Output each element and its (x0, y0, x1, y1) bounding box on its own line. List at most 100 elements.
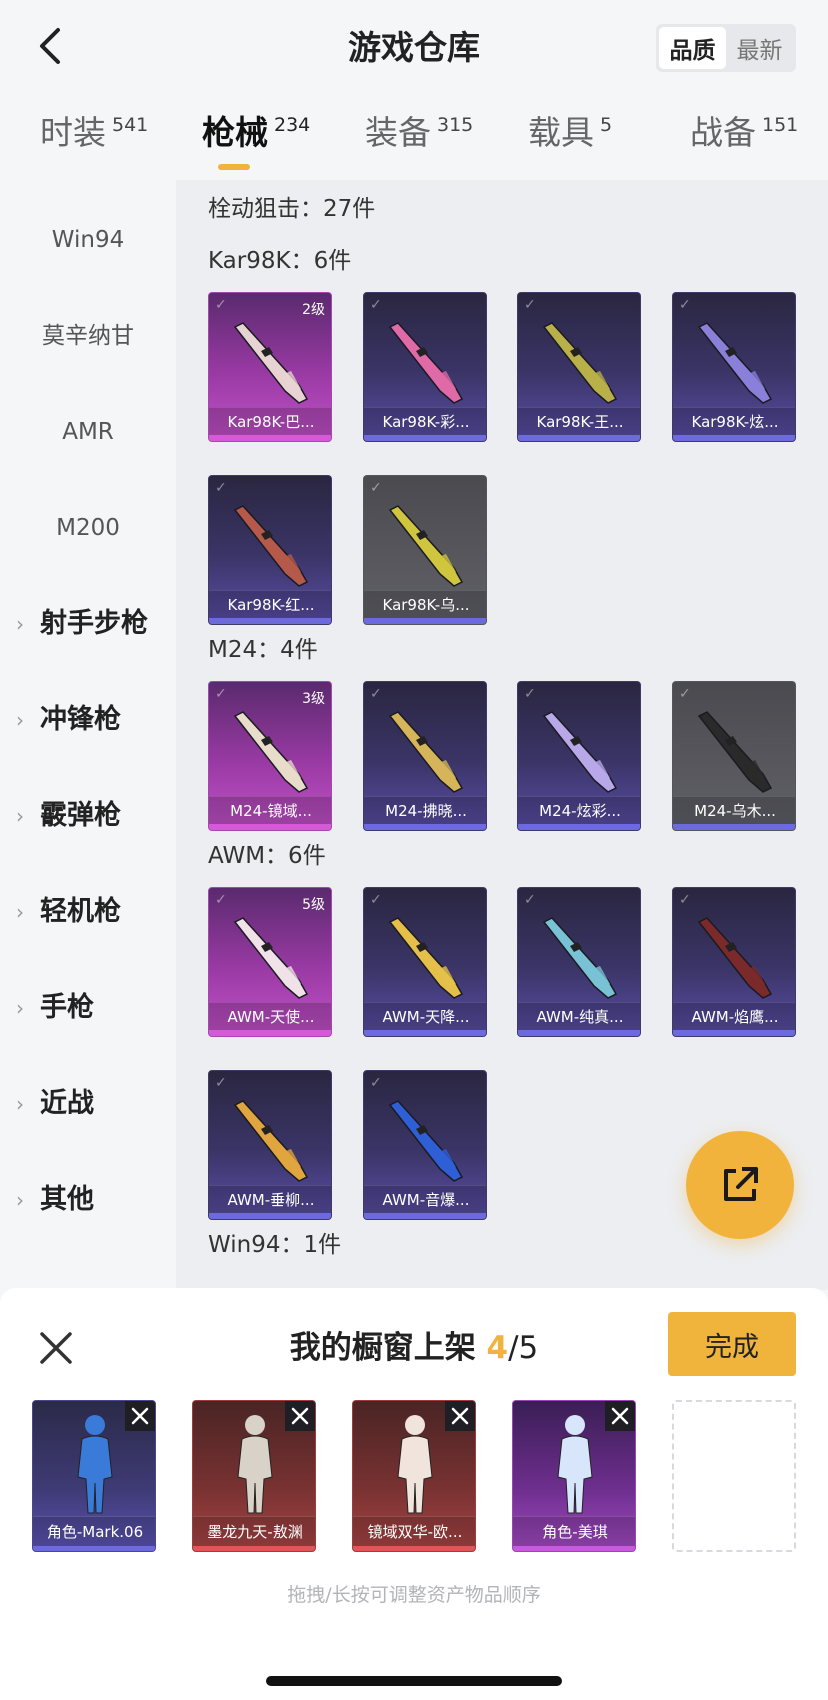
done-button[interactable]: 完成 (668, 1312, 796, 1376)
rarity-bar (33, 1546, 155, 1551)
reorder-hint: 拖拽/长按可调整资产物品顺序 (287, 1584, 541, 1606)
rarity-bar (513, 1546, 635, 1551)
sidebar-category-smg[interactable]: › 冲锋枪 (16, 700, 121, 740)
tab-supplies[interactable]: 战备 151 (690, 112, 798, 154)
tab-label: 时装 (40, 113, 106, 152)
group-title: AWM：6件 (208, 843, 326, 869)
sidebar-category-label: 近战 (40, 1088, 94, 1119)
showcase-sheet: 我的橱窗上架 4/5 完成 角色-Mark.06 墨龙九天-敖渊 镜域双华-欧...… (0, 1288, 828, 1700)
rifle-icon (697, 711, 773, 793)
weapon-name: Kar98K-王... (518, 407, 640, 435)
weapon-card[interactable]: ✓ AWM-音爆... (363, 1070, 487, 1220)
weapon-name: Kar98K-巴... (209, 407, 331, 435)
weapon-card[interactable]: ✓ AWM-焰鹰... (672, 887, 796, 1037)
tab-label: 装备 (365, 113, 431, 152)
tab-count: 234 (274, 114, 311, 136)
category-tabs: 时装 541 枪械 234 装备 315 载具 5 战备 151 (0, 100, 828, 180)
character-icon (237, 1415, 273, 1514)
tab-equipment[interactable]: 装备 315 (365, 112, 473, 154)
weapon-card[interactable]: ✓ AWM-纯真... (517, 887, 641, 1037)
character-icon (397, 1415, 433, 1514)
weapon-name: AWM-纯真... (518, 1002, 640, 1030)
sort-toggle: 品质 最新 (656, 24, 796, 72)
rarity-bar (364, 435, 486, 441)
sidebar-item-amr[interactable]: AMR (0, 412, 176, 452)
sidebar-category-lmg[interactable]: › 轻机枪 (16, 892, 121, 932)
rarity-bar (209, 435, 331, 441)
weapon-name: AWM-垂柳... (209, 1185, 331, 1213)
rarity-bar (673, 435, 795, 441)
weapon-card[interactable]: ✓ Kar98K-王... (517, 292, 641, 442)
rarity-bar (364, 824, 486, 830)
home-indicator (266, 1676, 562, 1686)
sidebar-item-win94[interactable]: Win94 (0, 220, 176, 260)
weapon-name: AWM-天使... (209, 1002, 331, 1030)
weapon-card[interactable]: ✓ AWM-垂柳... (208, 1070, 332, 1220)
rarity-bar (673, 824, 795, 830)
weapon-name: Kar98K-彩... (364, 407, 486, 435)
sidebar-item-mosin[interactable]: 莫辛纳甘 (0, 316, 176, 356)
sidebar-category-dmr[interactable]: › 射手步枪 (16, 604, 148, 644)
sidebar-item-m200[interactable]: M200 (0, 508, 176, 548)
tab-vehicles[interactable]: 载具 5 (528, 112, 612, 154)
rarity-bar (209, 824, 331, 830)
sidebar-category-label: 冲锋枪 (40, 704, 121, 735)
rifle-icon (233, 505, 309, 587)
sidebar-category-pistol[interactable]: › 手枪 (16, 988, 94, 1028)
weapon-card[interactable]: ✓ 3级 M24-镜域... (208, 681, 332, 831)
weapon-card[interactable]: ✓ M24-拂晓... (363, 681, 487, 831)
share-icon (724, 1167, 758, 1201)
weapon-name: M24-炫彩... (518, 796, 640, 824)
rarity-bar (518, 824, 640, 830)
sort-option-quality[interactable]: 品质 (659, 27, 726, 69)
weapon-card[interactable]: ✓ 2级 Kar98K-巴... (208, 292, 332, 442)
weapon-card[interactable]: ✓ Kar98K-乌... (363, 475, 487, 625)
sort-option-latest[interactable]: 最新 (726, 27, 793, 69)
tab-guns[interactable]: 枪械 234 (202, 112, 310, 154)
weapon-name: Kar98K-炫... (673, 407, 795, 435)
remove-icon[interactable] (445, 1401, 475, 1431)
weapon-card[interactable]: ✓ M24-乌木... (672, 681, 796, 831)
rifle-icon (697, 917, 773, 999)
showcase-item[interactable]: 镜域双华-欧... (352, 1400, 476, 1552)
sidebar-category-melee[interactable]: › 近战 (16, 1084, 94, 1124)
weapon-name: Kar98K-红... (209, 590, 331, 618)
showcase-item[interactable]: 墨龙九天-敖渊 (192, 1400, 316, 1552)
group-title: Win94：1件 (208, 1232, 342, 1258)
rifle-icon (233, 322, 309, 404)
showcase-title-text: 我的橱窗上架 (289, 1330, 476, 1366)
group-title: M24：4件 (208, 637, 318, 663)
header: 游戏仓库 品质 最新 (0, 0, 828, 96)
chevron-right-icon: › (16, 900, 24, 924)
weapon-grid-area: 栓动狙击：27件 Kar98K：6件 ✓ 2级 Kar98K-巴... ✓ Kar98K-… (176, 180, 828, 1290)
chevron-right-icon: › (16, 708, 24, 732)
weapon-card[interactable]: ✓ Kar98K-炫... (672, 292, 796, 442)
remove-icon[interactable] (125, 1401, 155, 1431)
section-title: 栓动狙击：27件 (208, 196, 376, 222)
rarity-bar (353, 1546, 475, 1551)
remove-icon[interactable] (605, 1401, 635, 1431)
weapon-card[interactable]: ✓ 5级 AWM-天使... (208, 887, 332, 1037)
weapon-card[interactable]: ✓ Kar98K-彩... (363, 292, 487, 442)
tab-fashion[interactable]: 时装 541 (40, 112, 148, 154)
sidebar-category-label: 手枪 (40, 992, 94, 1023)
remove-icon[interactable] (285, 1401, 315, 1431)
character-icon (77, 1415, 113, 1514)
tab-label: 载具 (528, 113, 594, 152)
showcase-item-name: 角色-Mark.06 (33, 1516, 155, 1546)
weapon-card[interactable]: ✓ AWM-天降... (363, 887, 487, 1037)
sidebar-category-other[interactable]: › 其他 (16, 1180, 94, 1220)
showcase-item-name: 角色-美琪 (513, 1516, 635, 1546)
weapon-card[interactable]: ✓ Kar98K-红... (208, 475, 332, 625)
weapon-card[interactable]: ✓ M24-炫彩... (517, 681, 641, 831)
active-tab-indicator (218, 164, 250, 170)
empty-slot[interactable] (672, 1400, 796, 1552)
showcase-item[interactable]: 角色-美琪 (512, 1400, 636, 1552)
rarity-bar (673, 1030, 795, 1036)
sidebar-category-shotgun[interactable]: › 霰弹枪 (16, 796, 121, 836)
tab-count: 315 (437, 114, 474, 136)
showcase-item[interactable]: 角色-Mark.06 (32, 1400, 156, 1552)
sidebar-category-label: 射手步枪 (40, 608, 148, 639)
share-button[interactable] (686, 1131, 794, 1239)
sidebar-category-label: 其他 (40, 1184, 94, 1215)
